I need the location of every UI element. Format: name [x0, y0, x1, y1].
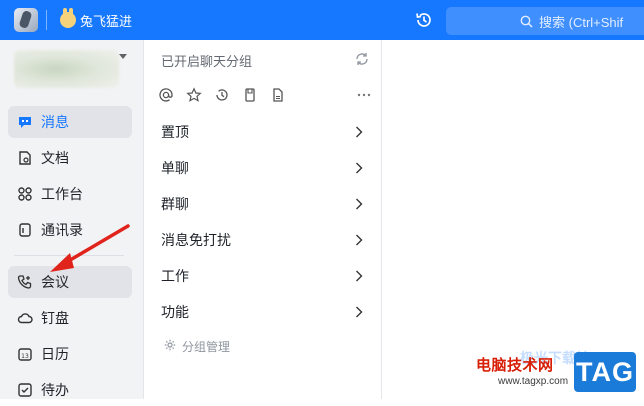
group-label: 功能	[161, 304, 189, 320]
star-icon[interactable]	[186, 87, 202, 103]
sidebar-item-label: 消息	[41, 114, 69, 130]
team-name: 兔飞猛进	[80, 13, 133, 29]
sidebar-item-workbench[interactable]: 工作台	[8, 178, 132, 210]
bookmark-icon[interactable]	[242, 87, 258, 103]
sidebar-item-messages[interactable]: 消息	[8, 106, 132, 138]
meeting-phone-icon	[17, 274, 33, 290]
manage-label: 分组管理	[182, 340, 231, 354]
chevron-right-icon	[356, 162, 363, 174]
refresh-icon[interactable]	[354, 51, 370, 67]
sidebar-item-label: 通讯录	[41, 222, 83, 238]
search-input[interactable]: 搜索 (Ctrl+Shif	[446, 7, 644, 35]
app-logo-icon[interactable]	[14, 8, 38, 32]
profile-area[interactable]	[14, 50, 119, 88]
more-icon[interactable]	[356, 87, 372, 103]
group-label: 工作	[161, 268, 189, 284]
sidebar-item-documents[interactable]: 文档	[8, 142, 132, 174]
chevron-right-icon	[356, 234, 363, 246]
message-icon	[17, 114, 33, 130]
sidebar-item-cloud-drive[interactable]: 钉盘	[8, 302, 132, 334]
panel-title: 已开启聊天分组	[161, 54, 253, 69]
group-manage-button[interactable]: 分组管理	[164, 338, 230, 355]
chevron-right-icon	[356, 198, 363, 210]
chat-group-panel: 已开启聊天分组 置顶 单聊 群聊 消息免打扰 工作 功能 分组管理	[144, 40, 382, 399]
search-icon	[520, 15, 533, 28]
calendar-icon: 13	[17, 346, 33, 362]
group-label: 置顶	[161, 124, 189, 140]
list-item[interactable]: 工作	[144, 258, 381, 294]
workbench-icon	[17, 186, 33, 202]
sidebar: 消息 文档 工作台 通讯录 会议 钉盘 13 日历 待办	[0, 40, 144, 399]
filter-bar	[158, 87, 373, 105]
watermark-tag-logo: TAG	[574, 352, 636, 392]
sidebar-item-label: 工作台	[41, 186, 83, 202]
sidebar-item-label: 会议	[41, 274, 69, 290]
file-icon[interactable]	[270, 87, 286, 103]
gear-icon	[164, 339, 176, 354]
sidebar-item-todo[interactable]: 待办	[8, 374, 132, 406]
history-icon[interactable]	[414, 10, 434, 30]
todo-icon	[17, 382, 33, 398]
document-icon	[17, 150, 33, 166]
list-item[interactable]: 单聊	[144, 150, 381, 186]
list-item[interactable]: 功能	[144, 294, 381, 330]
sidebar-item-label: 文档	[41, 150, 69, 166]
chevron-right-icon	[356, 306, 363, 318]
sidebar-divider	[14, 255, 124, 256]
list-item[interactable]: 群聊	[144, 186, 381, 222]
topbar-divider	[46, 10, 47, 30]
team-switcher[interactable]: 兔飞猛进	[60, 8, 133, 30]
team-avatar-icon	[60, 8, 76, 28]
group-label: 消息免打扰	[161, 232, 231, 248]
sidebar-item-contacts[interactable]: 通讯录	[8, 214, 132, 246]
sidebar-item-label: 日历	[41, 346, 69, 362]
top-bar: 兔飞猛进 搜索 (Ctrl+Shif	[0, 0, 644, 40]
group-label: 群聊	[161, 196, 189, 212]
clock-icon[interactable]	[214, 87, 230, 103]
search-placeholder: 搜索 (Ctrl+Shif	[539, 14, 624, 30]
contacts-icon	[17, 222, 33, 238]
sidebar-item-meetings[interactable]: 会议	[8, 266, 132, 298]
list-item[interactable]: 消息免打扰	[144, 222, 381, 258]
cloud-drive-icon	[17, 310, 33, 326]
chevron-right-icon	[356, 126, 363, 138]
sidebar-item-label: 待办	[41, 382, 69, 398]
sidebar-item-calendar[interactable]: 13 日历	[8, 338, 132, 370]
sidebar-item-label: 钉盘	[41, 310, 69, 326]
chevron-right-icon	[356, 270, 363, 282]
group-label: 单聊	[161, 160, 189, 176]
chevron-down-icon[interactable]	[119, 54, 127, 59]
watermark-url: www.tagxp.com	[498, 376, 569, 387]
svg-text:13: 13	[21, 353, 29, 360]
list-item[interactable]: 置顶	[144, 114, 381, 150]
watermark-site-name: 电脑技术网	[476, 357, 554, 374]
at-icon[interactable]	[158, 87, 174, 103]
